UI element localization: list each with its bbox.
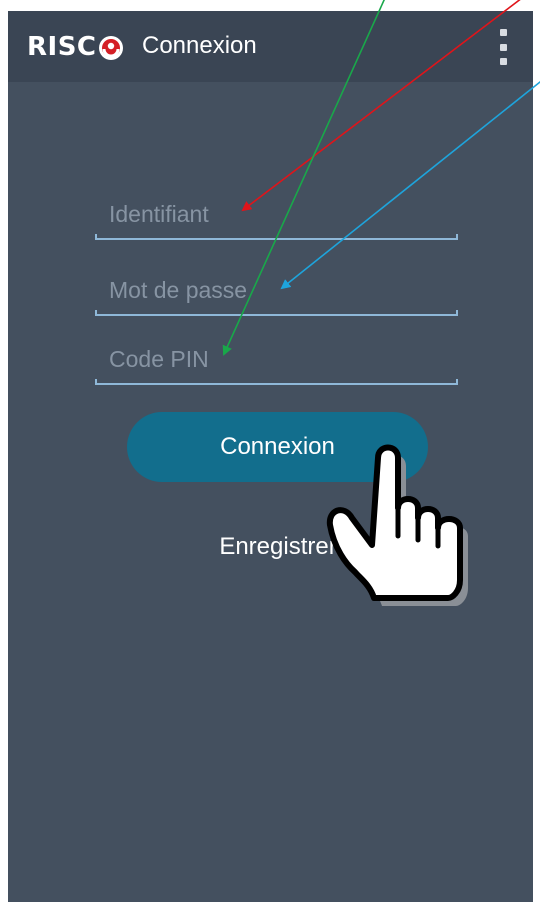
password-underline <box>95 310 458 316</box>
password-field[interactable] <box>95 270 458 316</box>
pin-input[interactable] <box>95 339 458 379</box>
brand-text: RISC <box>27 32 97 62</box>
username-input[interactable] <box>95 194 458 234</box>
register-link[interactable]: Enregistrer <box>128 533 428 561</box>
connect-button[interactable]: Connexion <box>127 412 428 482</box>
pin-underline <box>95 379 458 385</box>
username-field[interactable] <box>95 194 458 240</box>
password-input[interactable] <box>95 270 458 310</box>
overflow-menu-icon[interactable] <box>497 29 509 65</box>
pin-field[interactable] <box>95 339 458 385</box>
risco-logo-mark-icon <box>98 35 123 60</box>
app-bar: RISC Connexion <box>8 11 533 82</box>
page-title: Connexion <box>142 32 257 59</box>
app-screen: RISC Connexion Connexion Enregistrer <box>8 11 533 902</box>
username-underline <box>95 234 458 240</box>
risco-logo: RISC <box>27 30 124 64</box>
